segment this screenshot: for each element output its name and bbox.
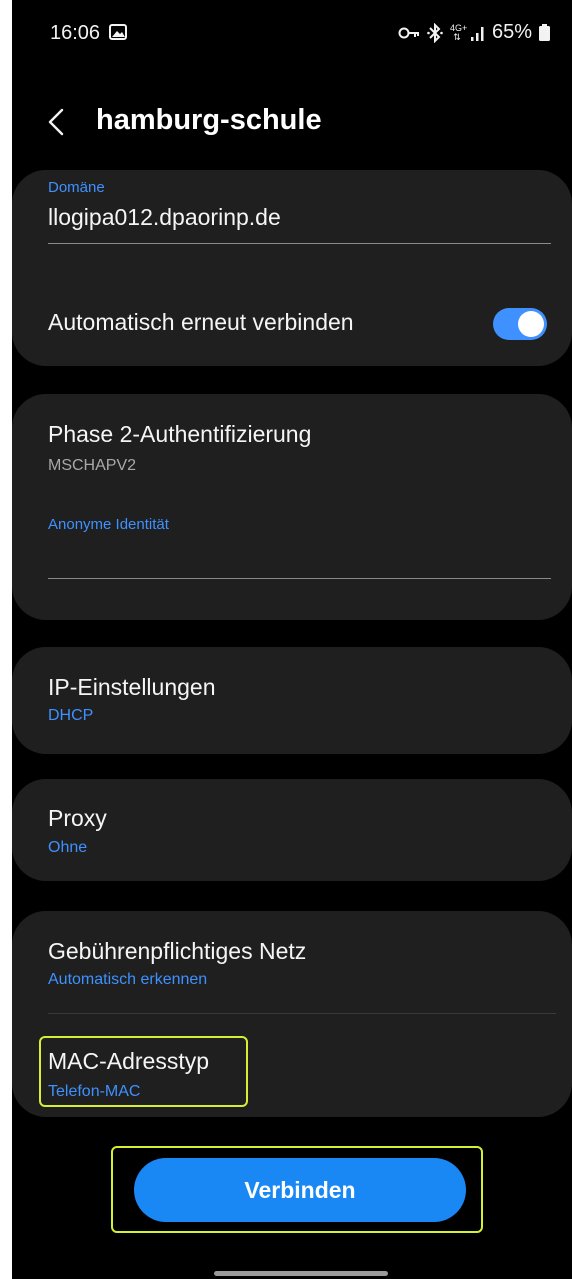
proxy-title: Proxy: [48, 805, 107, 831]
card-divider: [48, 1013, 556, 1014]
ip-settings-title: IP-Einstellungen: [48, 674, 216, 700]
toggle-knob: [518, 311, 544, 337]
mac-type-highlight: [39, 1036, 248, 1107]
domain-label: Domäne: [48, 179, 105, 196]
status-bar: 16:06 4G+ ⇅ 65%: [12, 0, 572, 66]
home-indicator[interactable]: [214, 1271, 388, 1276]
ip-settings-card[interactable]: IP-Einstellungen DHCP: [12, 647, 572, 754]
bluetooth-icon: [427, 22, 443, 43]
proxy-card[interactable]: Proxy Ohne: [12, 779, 572, 881]
metered-value: Automatisch erkennen: [48, 971, 208, 988]
domain-input[interactable]: llogipa012.dpaorinp.de: [48, 204, 281, 231]
anonymous-identity-underline: [48, 578, 551, 579]
metered-title[interactable]: Gebührenpflichtiges Netz: [48, 938, 306, 965]
phase2-title[interactable]: Phase 2-Authentifizierung: [48, 421, 311, 448]
auto-reconnect-label: Automatisch erneut verbinden: [48, 309, 354, 335]
vpn-key-icon: [398, 27, 419, 38]
page-title: hamburg-schule: [96, 104, 322, 136]
auto-reconnect-toggle[interactable]: [493, 308, 547, 340]
network-type-icon: 4G+ ⇅: [449, 22, 468, 42]
back-button[interactable]: [42, 104, 72, 140]
ip-settings-value: DHCP: [48, 707, 94, 724]
gallery-icon: [109, 24, 127, 40]
battery-percent: 65%: [491, 21, 532, 43]
connect-button[interactable]: Verbinden: [134, 1158, 466, 1222]
phase2-value: MSCHAPV2: [48, 457, 137, 474]
app-header: hamburg-schule: [12, 90, 572, 156]
phone-screen: 16:06 4G+ ⇅ 65% hamburg-schule Domäne ll…: [12, 0, 572, 1279]
phase2-card: Phase 2-Authentifizierung MSCHAPV2 Anony…: [12, 394, 572, 620]
proxy-value: Ohne: [48, 839, 88, 856]
anonymous-identity-label: Anonyme Identität: [48, 516, 169, 533]
domain-card: Domäne llogipa012.dpaorinp.de Automatisc…: [12, 170, 572, 366]
battery-icon: [539, 24, 550, 41]
status-time: 16:06: [50, 22, 101, 44]
status-icons: 4G+ ⇅ 65%: [398, 21, 550, 44]
domain-underline: [48, 243, 551, 244]
signal-icon: [470, 26, 484, 41]
